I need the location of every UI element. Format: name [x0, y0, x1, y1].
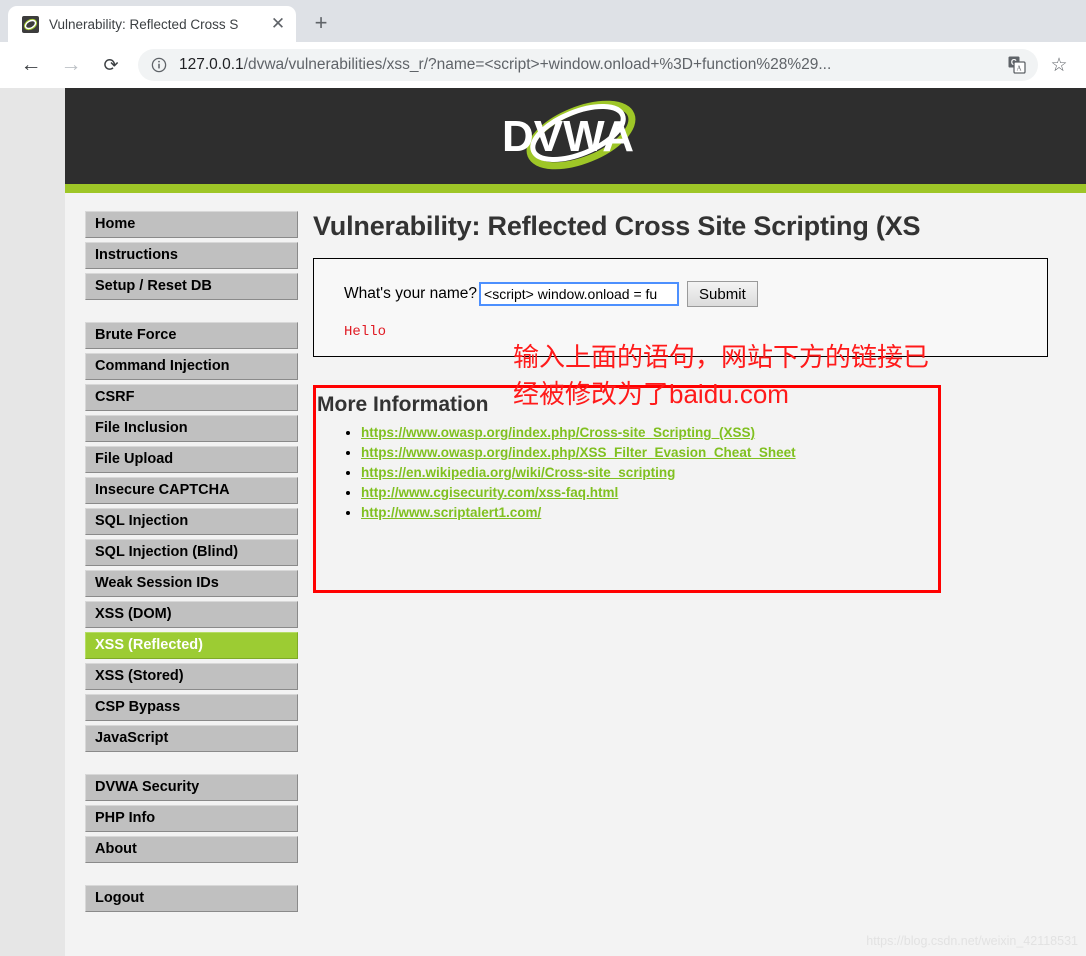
more-information-panel: More Information https://www.owasp.org/i…	[313, 342, 941, 593]
sidebar-item-brute-force[interactable]: Brute Force	[85, 322, 298, 349]
name-field-label: What's your name?	[344, 285, 478, 302]
site-information-icon[interactable]	[150, 56, 168, 74]
google-translate-icon[interactable]: G A	[1002, 52, 1032, 78]
list-item: https://www.owasp.org/index.php/Cross-si…	[361, 423, 941, 443]
chinese-annotation: 输入上面的语句，网站下方的链接已 经被修改为了baidu.com	[513, 339, 1073, 413]
sidebar-item-file-inclusion[interactable]: File Inclusion	[85, 415, 298, 442]
sidebar-item-javascript[interactable]: JavaScript	[85, 725, 298, 752]
greeting-output: Hello	[344, 324, 387, 340]
sidebar-item-logout[interactable]: Logout	[85, 885, 298, 912]
browser-tab[interactable]: Vulnerability: Reflected Cross S ✕	[8, 6, 296, 42]
dvwa-page: DVWA Home Instructions Setup / Reset DB …	[65, 88, 1086, 956]
new-tab-button[interactable]: +	[304, 6, 338, 40]
list-item: https://www.owasp.org/index.php/XSS_Filt…	[361, 443, 941, 463]
url-text: 127.0.0.1/dvwa/vulnerabilities/xss_r/?na…	[179, 56, 998, 74]
page-title: Vulnerability: Reflected Cross Site Scri…	[313, 211, 921, 241]
sidebar-item-xss-dom[interactable]: XSS (DOM)	[85, 601, 298, 628]
page-body: Home Instructions Setup / Reset DB Brute…	[65, 193, 1086, 934]
info-link-owasp-filter-evasion[interactable]: https://www.owasp.org/index.php/XSS_Filt…	[361, 445, 796, 460]
sidebar-item-file-upload[interactable]: File Upload	[85, 446, 298, 473]
sidebar-group-meta: DVWA Security PHP Info About	[85, 774, 300, 863]
sidebar-item-weak-session-ids[interactable]: Weak Session IDs	[85, 570, 298, 597]
accent-bar	[65, 184, 1086, 193]
sidebar-item-sql-injection[interactable]: SQL Injection	[85, 508, 298, 535]
url-host: 127.0.0.1	[179, 56, 244, 73]
sidebar-item-csp-bypass[interactable]: CSP Bypass	[85, 694, 298, 721]
url-path: /dvwa/vulnerabilities/xss_r/?name=<scrip…	[243, 56, 832, 73]
sidebar-item-csrf[interactable]: CSRF	[85, 384, 298, 411]
info-link-scriptalert1[interactable]: http://www.scriptalert1.com/	[361, 505, 541, 520]
tab-strip: Vulnerability: Reflected Cross S ✕ +	[0, 0, 1086, 42]
submit-button[interactable]: Submit	[687, 281, 758, 307]
browser-window: Vulnerability: Reflected Cross S ✕ + ← →…	[0, 0, 1086, 956]
back-icon[interactable]: ←	[14, 48, 48, 82]
close-icon[interactable]: ✕	[266, 12, 290, 36]
sidebar-group-vulnerabilities: Brute Force Command Injection CSRF File …	[85, 322, 300, 752]
list-item: https://en.wikipedia.org/wiki/Cross-site…	[361, 463, 941, 483]
svg-text:DVWA: DVWA	[502, 112, 634, 161]
list-item: http://www.scriptalert1.com/	[361, 503, 941, 523]
info-link-cgisecurity-faq[interactable]: http://www.cgisecurity.com/xss-faq.html	[361, 485, 618, 500]
list-item: http://www.cgisecurity.com/xss-faq.html	[361, 483, 941, 503]
svg-text:A: A	[1016, 65, 1021, 73]
annotation-line-1: 输入上面的语句，网站下方的链接已	[513, 342, 930, 372]
sidebar-item-sql-injection-blind[interactable]: SQL Injection (Blind)	[85, 539, 298, 566]
sidebar-item-instructions[interactable]: Instructions	[85, 242, 298, 269]
sidebar-item-xss-stored[interactable]: XSS (Stored)	[85, 663, 298, 690]
sidebar-item-about[interactable]: About	[85, 836, 298, 863]
dvwa-favicon-icon	[22, 15, 39, 33]
address-bar[interactable]: 127.0.0.1/dvwa/vulnerabilities/xss_r/?na…	[138, 49, 1038, 81]
sidebar-item-xss-reflected[interactable]: XSS (Reflected)	[85, 632, 298, 659]
name-form-row: What's your name? Submit	[344, 281, 1047, 307]
forward-icon[interactable]: →	[54, 48, 88, 82]
sidebar-item-php-info[interactable]: PHP Info	[85, 805, 298, 832]
sidebar-item-home[interactable]: Home	[85, 211, 298, 238]
sidebar-group-session: Logout	[85, 885, 300, 912]
main-content: Vulnerability: Reflected Cross Site Scri…	[300, 211, 1086, 934]
browser-toolbar: ← → ⟳ 127.0.0.1/dvwa/vulnerabilities/xss…	[0, 42, 1086, 88]
more-information-list: https://www.owasp.org/index.php/Cross-si…	[361, 423, 941, 523]
sidebar-item-command-injection[interactable]: Command Injection	[85, 353, 298, 380]
sidebar-item-insecure-captcha[interactable]: Insecure CAPTCHA	[85, 477, 298, 504]
annotation-line-2: 经被修改为了baidu.com	[513, 379, 789, 409]
sidebar-group-main: Home Instructions Setup / Reset DB	[85, 211, 300, 300]
sidebar-item-setup-reset-db[interactable]: Setup / Reset DB	[85, 273, 298, 300]
sidebar: Home Instructions Setup / Reset DB Brute…	[65, 211, 300, 934]
tab-title: Vulnerability: Reflected Cross S	[49, 16, 239, 32]
watermark: https://blog.csdn.net/weixin_42118531	[866, 934, 1078, 948]
page-viewport: DVWA Home Instructions Setup / Reset DB …	[0, 88, 1086, 956]
name-input[interactable]	[479, 282, 680, 306]
info-link-wikipedia-xss[interactable]: https://en.wikipedia.org/wiki/Cross-site…	[361, 465, 675, 480]
sidebar-item-dvwa-security[interactable]: DVWA Security	[85, 774, 298, 801]
dvwa-logo-icon: DVWA	[486, 99, 666, 173]
bookmark-star-icon[interactable]: ☆	[1042, 48, 1076, 82]
info-link-owasp-xss[interactable]: https://www.owasp.org/index.php/Cross-si…	[361, 425, 755, 440]
reload-icon[interactable]: ⟳	[94, 48, 128, 82]
site-header: DVWA	[65, 88, 1086, 184]
